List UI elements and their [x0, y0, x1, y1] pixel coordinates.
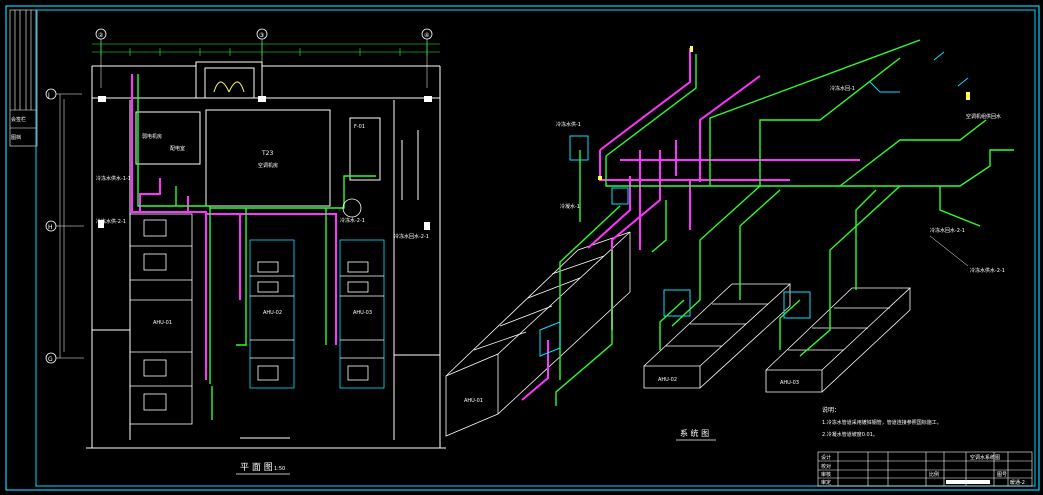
plan-callout-1: 冷冻水供水-1-1	[96, 175, 131, 182]
iso-ahu-01	[445, 231, 631, 437]
room-label-3: 配电室	[170, 145, 185, 152]
notes-line-2: 2.冷凝水管道坡度0.01。	[822, 431, 878, 438]
room-label-f01: F-01	[354, 124, 365, 130]
titleblock-label-2: 校对	[821, 463, 831, 470]
iso-unit-label-2: AHU-02	[658, 377, 677, 383]
plan-callout-4: 冷冻水回水-2-1	[394, 233, 429, 240]
plan-scale: 1:50	[274, 466, 285, 472]
plan-supply-pipes	[131, 74, 337, 380]
plan-title: 平 面 图	[240, 462, 273, 473]
iso-callout-6: 冷凝水-1	[560, 203, 580, 210]
iso-fittings	[539, 51, 969, 357]
titleblock-drawing-name: 空调水系统图	[970, 454, 1000, 461]
room-label-t23-sub: 空调机房	[258, 162, 278, 169]
binding-label-1: 会签栏	[11, 116, 26, 123]
iso-ahu-02	[643, 283, 792, 389]
iso-unit-label-3: AHU-03	[780, 380, 799, 386]
plan-unit-label-2: AHU-02	[263, 310, 282, 316]
drawing-frame	[35, 9, 1036, 487]
sheet-border	[5, 5, 1040, 491]
room-label-t23: T23	[261, 150, 273, 157]
binding-strip	[9, 9, 38, 147]
grid-label-3: ③	[259, 32, 264, 39]
title-block-fill	[946, 480, 990, 484]
iso-callout-3: 空调机组供回水	[966, 113, 1001, 120]
titleblock-label-4: 审定	[821, 479, 831, 486]
iso-ahu-03	[765, 287, 912, 393]
grid-label-4: ④	[424, 32, 429, 39]
plan-unit-label-1: AHU-01	[153, 320, 172, 326]
plan-ahu-blocks	[129, 213, 385, 425]
cad-drawing-canvas[interactable]: 会签栏 图档 ② ③ ④ J H G AHU-01 AHU-02 AHU-03 …	[0, 0, 1043, 495]
room-label-2: 弱电机房	[142, 133, 162, 140]
iso-callout-5: 冷冻水供水-2-1	[970, 267, 1005, 274]
plan-callout-2: 冷冻水供-2-1	[96, 218, 126, 225]
isometric-system-view[interactable]: AHU-01 AHU-02 AHU-03 冷冻水供-1 冷冻水回-1 空调机组供…	[445, 39, 1014, 441]
grid-label-J: J	[47, 92, 50, 99]
grid-label-H: H	[48, 224, 53, 231]
grid-label-G: G	[48, 356, 53, 363]
titleblock-label-3: 审核	[821, 471, 831, 478]
notes-title: 说明：	[822, 406, 840, 414]
titleblock-label-1: 设计	[821, 454, 831, 461]
notes-line-1: 1.冷冻水管道采用镀锌钢管，管道连接参照国标施工。	[822, 419, 942, 426]
plan-callout-3: 冷冻水-2-1	[340, 217, 365, 224]
titleblock-label-5: 比例	[929, 471, 939, 478]
iso-return-pipes	[555, 39, 1014, 406]
plan-unit-label-3: AHU-03	[353, 310, 372, 316]
iso-callout-2: 冷冻水回-1	[830, 85, 855, 92]
grid-axis-bubbles	[45, 28, 433, 364]
iso-callout-1: 冷冻水供-1	[556, 121, 581, 128]
plan-view[interactable]: ② ③ ④ J H G AHU-01 AHU-02 AHU-03 T23 空调机…	[45, 28, 446, 475]
iso-unit-label-1: AHU-01	[464, 398, 483, 404]
titleblock-label-6: 图号	[997, 472, 1007, 478]
plan-detail-circle	[342, 198, 362, 218]
binding-label-2: 图档	[11, 134, 21, 141]
titleblock-drawing-no: 暖通-2	[1010, 479, 1025, 486]
grid-label-2: ②	[98, 32, 104, 39]
iso-callout-4: 冷冻水回水-2-1	[930, 227, 965, 234]
iso-title: 系 统 图	[680, 428, 709, 438]
dimension-lines	[92, 42, 440, 56]
plan-walls	[86, 61, 446, 449]
